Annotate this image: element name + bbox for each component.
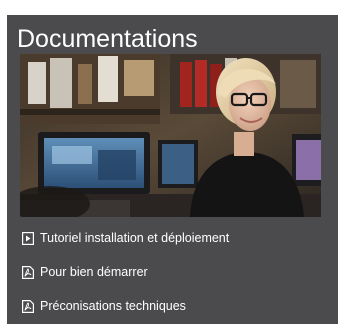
doc-item-tutoriel[interactable]: Tutoriel installation et déploiement [22, 229, 338, 247]
doc-link-tutoriel[interactable]: Tutoriel installation et déploiement [40, 230, 229, 246]
doc-item-preconisations[interactable]: Préconisations techniques [22, 297, 338, 315]
panel-title: Documentations [17, 25, 198, 53]
pdf-file-icon [22, 265, 34, 279]
doc-item-pour-bien-demarrer[interactable]: Pour bien démarrer [22, 263, 338, 281]
documentations-panel: Documentations Tutoriel installation et … [7, 15, 338, 324]
documents-list: Tutoriel installation et déploiement Pou… [7, 229, 338, 324]
doc-link-preconisations[interactable]: Préconisations techniques [40, 298, 186, 314]
doc-link-pour-bien-demarrer[interactable]: Pour bien démarrer [40, 264, 148, 280]
video-file-icon [22, 231, 34, 245]
hero-image [20, 54, 321, 217]
pdf-file-icon [22, 299, 34, 313]
